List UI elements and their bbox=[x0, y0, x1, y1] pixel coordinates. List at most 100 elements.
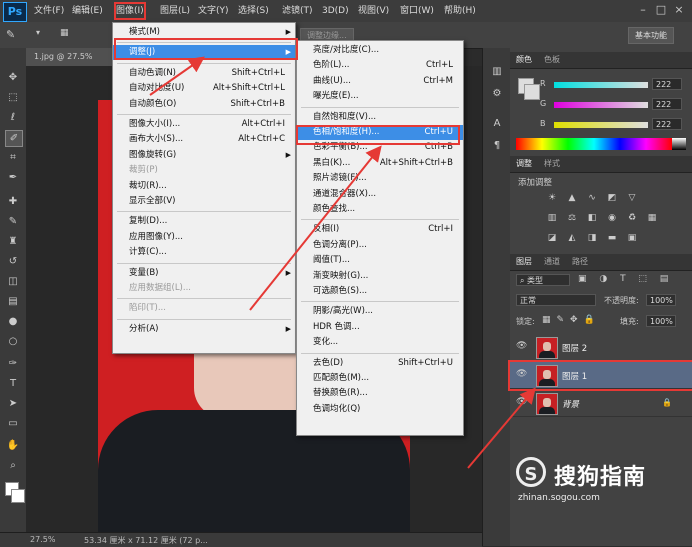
fill-field[interactable]: 100% bbox=[646, 315, 676, 327]
adjust-menu-item[interactable]: 变化... bbox=[297, 335, 463, 350]
adjust-menu-item[interactable]: 亮度/对比度(C)... bbox=[297, 43, 463, 58]
brightness-icon[interactable]: ☀ bbox=[546, 192, 558, 204]
black-white-icon[interactable]: ◧ bbox=[586, 212, 598, 224]
healing-brush-icon[interactable]: ✚ bbox=[5, 194, 21, 209]
adjust-menu-item[interactable]: 阴影/高光(W)... bbox=[297, 304, 463, 319]
tab-paths[interactable]: 路径 bbox=[572, 256, 588, 267]
adjust-menu-item[interactable]: 反相(I) Ctrl+I bbox=[297, 222, 463, 237]
tab-adjustments[interactable]: 调整 bbox=[516, 158, 532, 169]
selective-color-icon[interactable]: ▣ bbox=[626, 232, 638, 244]
layer-filter-icons[interactable]: ▣ ◑ T ⬚ ▤ bbox=[578, 274, 673, 284]
adjust-menu-item[interactable]: 阈值(T)... bbox=[297, 253, 463, 268]
layer-name[interactable]: 背景 bbox=[562, 398, 579, 410]
adjust-menu-item[interactable]: HDR 色调... bbox=[297, 320, 463, 335]
adjust-menu-item[interactable]: 照片滤镜(F)... bbox=[297, 171, 463, 186]
image-menu-item[interactable]: 应用图像(Y)... bbox=[113, 230, 295, 245]
character-icon[interactable]: A bbox=[489, 118, 505, 132]
clone-stamp-icon[interactable]: ♜ bbox=[5, 234, 21, 249]
image-menu-item[interactable]: 显示全部(V) bbox=[113, 194, 295, 209]
opacity-field[interactable]: 100% bbox=[646, 294, 676, 306]
hand-tool-icon[interactable]: ✋ bbox=[5, 438, 21, 453]
blue-slider-bar[interactable] bbox=[554, 122, 648, 128]
image-menu-item[interactable]: 复制(D)... bbox=[113, 214, 295, 229]
adjust-menu-item[interactable]: 曝光度(E)... bbox=[297, 89, 463, 104]
exposure-icon[interactable]: ◩ bbox=[606, 192, 618, 204]
hue-saturation-icon[interactable]: ▥ bbox=[546, 212, 558, 224]
adjust-menu-item[interactable]: 去色(D) Shift+Ctrl+U bbox=[297, 356, 463, 371]
menu-help[interactable]: 帮助(H) bbox=[444, 4, 476, 18]
menu-select[interactable]: 选择(S) bbox=[238, 4, 269, 18]
image-menu-item[interactable]: 变量(B) ▶ bbox=[113, 266, 295, 281]
adjust-menu-item[interactable]: 颜色查找... bbox=[297, 202, 463, 217]
image-menu-item[interactable]: 图像大小(I)... Alt+Ctrl+I bbox=[113, 117, 295, 132]
lasso-tool-icon[interactable]: ℓ bbox=[5, 110, 21, 125]
curves-icon[interactable]: ∿ bbox=[586, 192, 598, 204]
adjust-menu-item[interactable]: 可选颜色(S)... bbox=[297, 284, 463, 299]
image-menu-item[interactable]: 画布大小(S)... Alt+Ctrl+C bbox=[113, 132, 295, 147]
image-menu-item[interactable]: 自动颜色(O) Shift+Ctrl+B bbox=[113, 97, 295, 112]
channel-mixer-icon[interactable]: ♻ bbox=[626, 212, 638, 224]
menu-image[interactable]: 图像(I) bbox=[114, 2, 146, 20]
zoom-level[interactable]: 27.5% bbox=[30, 535, 55, 544]
lock-icons[interactable]: ▦✎✥🔒 bbox=[542, 315, 601, 325]
brush-tool-icon[interactable]: ✎ bbox=[6, 28, 15, 41]
tab-color[interactable]: 颜色 bbox=[516, 54, 532, 65]
tool-preset-icon[interactable]: ▦ bbox=[60, 28, 69, 38]
menu-filter[interactable]: 滤镜(T) bbox=[282, 4, 313, 18]
red-slider[interactable]: R 222 bbox=[540, 78, 690, 92]
color-balance-icon[interactable]: ⚖ bbox=[566, 212, 578, 224]
zoom-tool-icon[interactable]: ⌕ bbox=[5, 458, 21, 473]
dropdown-arrow-icon[interactable]: ▾ bbox=[36, 28, 40, 37]
pen-tool-icon[interactable]: ✑ bbox=[5, 356, 21, 371]
adjust-menu-item[interactable]: 黑白(K)... Alt+Shift+Ctrl+B bbox=[297, 156, 463, 171]
green-slider-bar[interactable] bbox=[554, 102, 648, 108]
color-spectrum[interactable] bbox=[516, 138, 672, 150]
eyedropper-tool-icon[interactable]: ✒ bbox=[5, 170, 21, 185]
type-tool-icon[interactable]: T bbox=[5, 376, 21, 391]
image-menu-item[interactable]: 分析(A) ▶ bbox=[113, 322, 295, 337]
image-menu-item[interactable]: 陷印(T)... bbox=[113, 301, 295, 316]
gradient-map-icon[interactable]: ▬ bbox=[606, 232, 618, 244]
menu-layer[interactable]: 图层(L) bbox=[160, 4, 190, 18]
vibrance-icon[interactable]: ▽ bbox=[626, 192, 638, 204]
brush-tool-icon[interactable]: ✎ bbox=[5, 214, 21, 229]
image-menu-item[interactable]: 自动色调(N) Shift+Ctrl+L bbox=[113, 66, 295, 81]
blend-mode-select[interactable]: 正常 bbox=[516, 294, 596, 306]
tab-swatches[interactable]: 色板 bbox=[544, 54, 560, 65]
layer-row[interactable]: 👁 背景 🔒 bbox=[510, 390, 692, 417]
photo-filter-icon[interactable]: ◉ bbox=[606, 212, 618, 224]
adjust-menu-item[interactable]: 渐变映射(G)... bbox=[297, 269, 463, 284]
image-menu-item[interactable]: 计算(C)... bbox=[113, 245, 295, 260]
green-slider[interactable]: G 222 bbox=[540, 98, 690, 112]
document-tab[interactable]: 1.jpg @ 27.5% (图... bbox=[26, 48, 112, 79]
green-value-field[interactable]: 222 bbox=[652, 98, 682, 110]
marquee-tool-icon[interactable]: ⬚ bbox=[5, 90, 21, 105]
invert-icon[interactable]: ◪ bbox=[546, 232, 558, 244]
quick-select-tool-icon[interactable]: ✐ bbox=[5, 130, 23, 147]
paragraph-icon[interactable]: ¶ bbox=[489, 140, 505, 154]
close-button[interactable]: × bbox=[670, 3, 688, 16]
adjust-menu-item[interactable]: 色阶(L)... Ctrl+L bbox=[297, 58, 463, 73]
move-tool-icon[interactable]: ✥ bbox=[5, 70, 21, 85]
layer-filter-select[interactable]: ⌕ 类型 bbox=[516, 274, 570, 286]
red-value-field[interactable]: 222 bbox=[652, 78, 682, 90]
red-slider-bar[interactable] bbox=[554, 82, 648, 88]
image-menu-item[interactable]: 图像旋转(G) ▶ bbox=[113, 148, 295, 163]
adjust-menu-item[interactable]: 自然饱和度(V)... bbox=[297, 110, 463, 125]
image-menu-item[interactable]: 裁剪(P) bbox=[113, 163, 295, 178]
image-menu-item[interactable]: 应用数据组(L)... bbox=[113, 281, 295, 296]
menu-file[interactable]: 文件(F) bbox=[34, 4, 64, 18]
threshold-icon[interactable]: ◨ bbox=[586, 232, 598, 244]
image-menu-item[interactable]: 自动对比度(U) Alt+Shift+Ctrl+L bbox=[113, 81, 295, 96]
adjust-menu-item[interactable]: 色调分离(P)... bbox=[297, 238, 463, 253]
adjust-menu-item[interactable]: 通道混合器(X)... bbox=[297, 187, 463, 202]
minimize-button[interactable]: – bbox=[634, 3, 652, 16]
dodge-tool-icon[interactable]: ○ bbox=[5, 334, 21, 349]
tab-layers[interactable]: 图层 bbox=[516, 256, 532, 267]
eye-icon[interactable]: 👁 bbox=[516, 397, 527, 407]
tab-channels[interactable]: 通道 bbox=[544, 256, 560, 267]
menu-type[interactable]: 文字(Y) bbox=[198, 4, 229, 18]
bg-swatch[interactable] bbox=[524, 84, 540, 100]
history-brush-icon[interactable]: ↺ bbox=[5, 254, 21, 269]
grayscale-ramp[interactable] bbox=[672, 138, 686, 150]
